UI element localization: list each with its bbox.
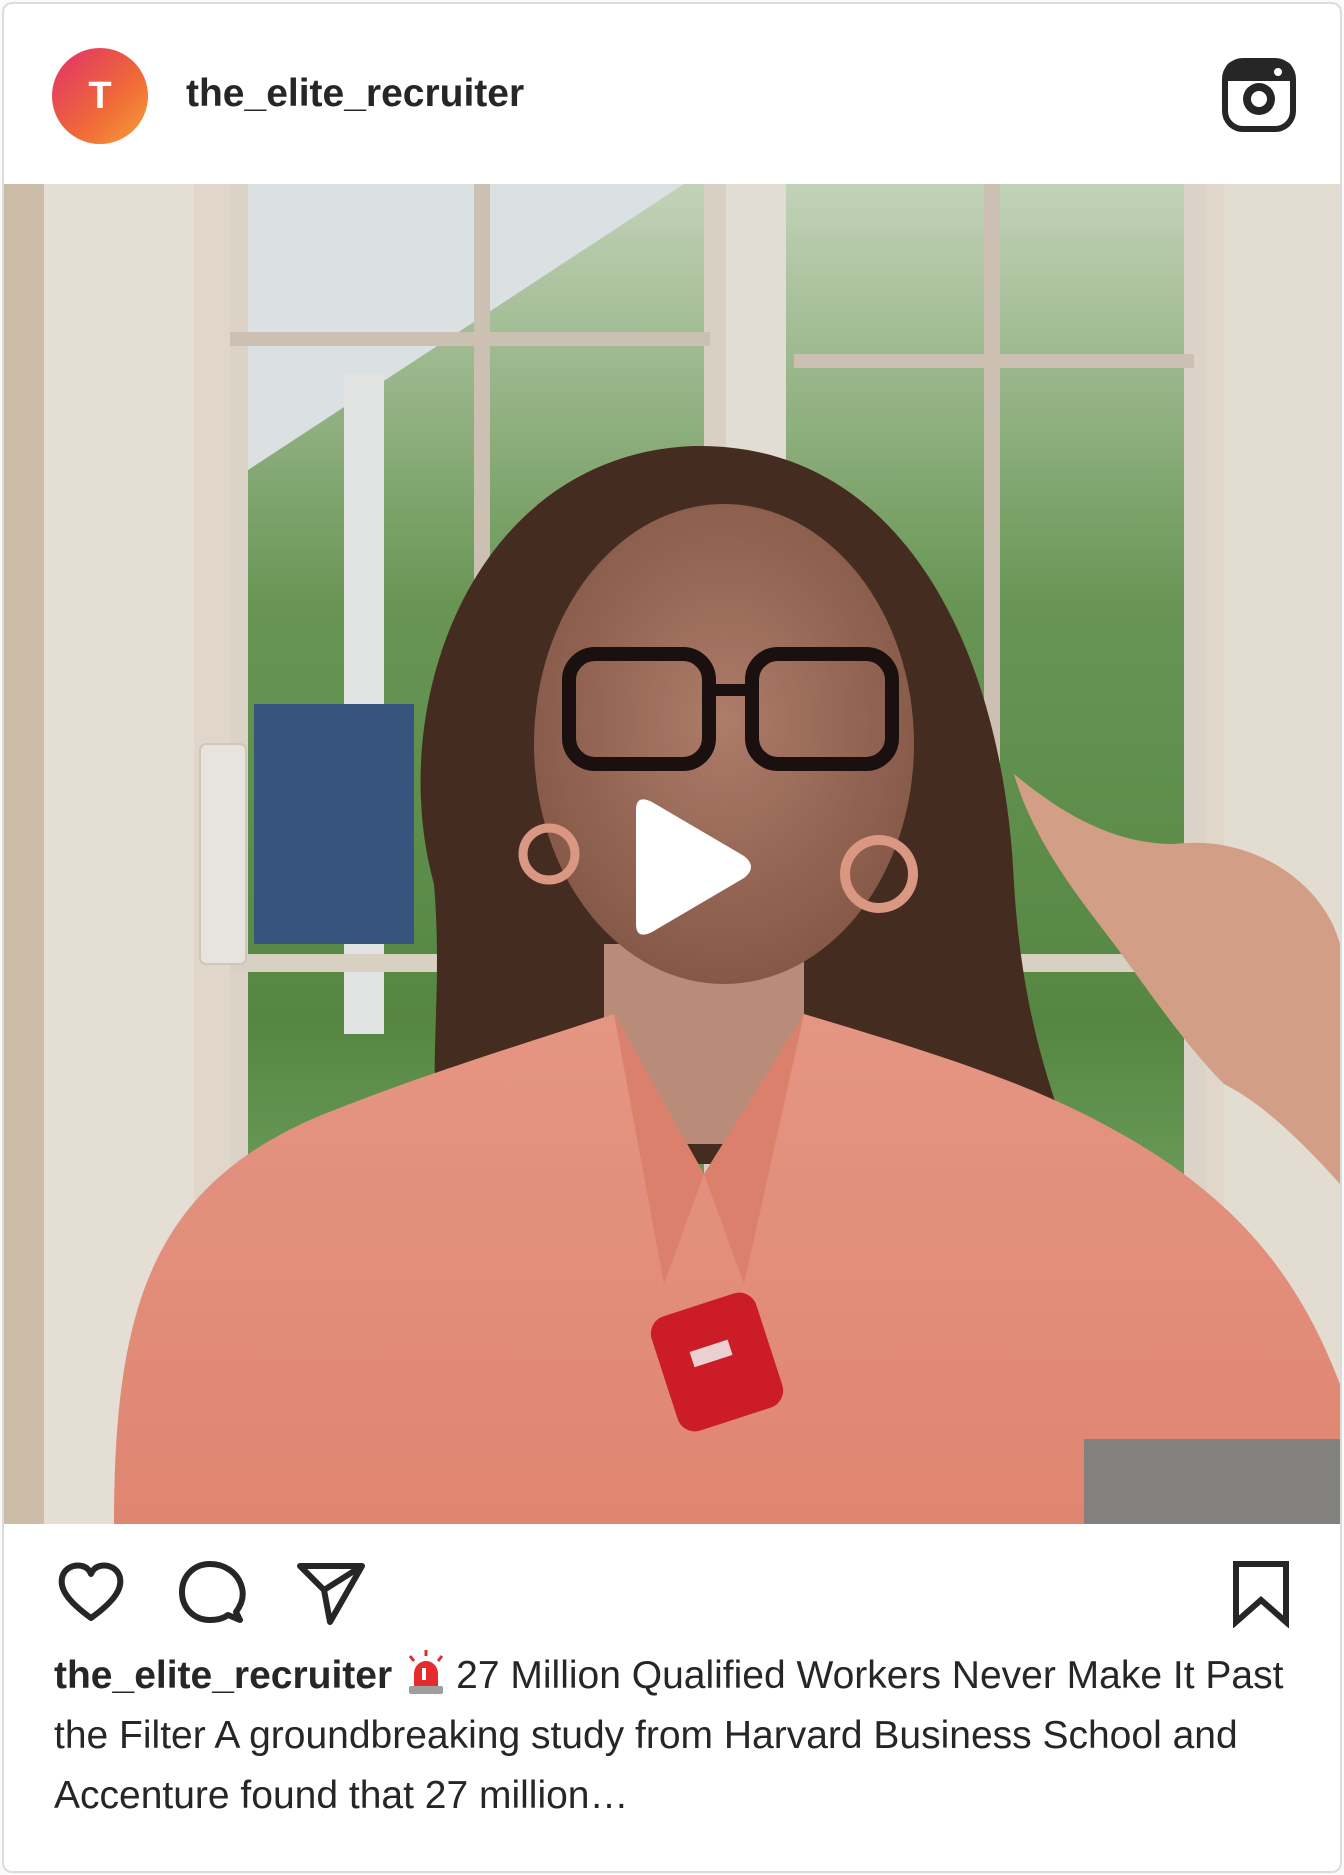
post-header: T the_elite_recruiter bbox=[4, 4, 1340, 184]
instagram-icon[interactable] bbox=[1222, 58, 1296, 132]
send-icon bbox=[297, 1563, 365, 1625]
post-username[interactable]: the_elite_recruiter bbox=[186, 72, 524, 116]
post-video[interactable] bbox=[4, 184, 1340, 1524]
bookmark-icon bbox=[1233, 1561, 1289, 1629]
action-bar bbox=[4, 1524, 1340, 1654]
share-button[interactable] bbox=[296, 1558, 366, 1628]
comment-icon bbox=[179, 1561, 246, 1623]
post-caption: the_elite_recruiter 27 Million Qualified… bbox=[54, 1646, 1294, 1826]
post-card: T the_elite_recruiter the_elite_recruite… bbox=[2, 2, 1342, 1873]
comment-button[interactable] bbox=[176, 1558, 246, 1628]
play-button[interactable] bbox=[612, 792, 762, 942]
heart-icon bbox=[58, 1562, 124, 1621]
save-button[interactable] bbox=[1226, 1558, 1296, 1629]
avatar-letter: T bbox=[88, 74, 112, 117]
like-button[interactable] bbox=[56, 1558, 126, 1628]
caption-username[interactable]: the_elite_recruiter bbox=[54, 1654, 392, 1697]
play-icon bbox=[636, 799, 751, 935]
avatar[interactable]: T bbox=[52, 48, 148, 144]
siren-icon bbox=[404, 1648, 448, 1696]
